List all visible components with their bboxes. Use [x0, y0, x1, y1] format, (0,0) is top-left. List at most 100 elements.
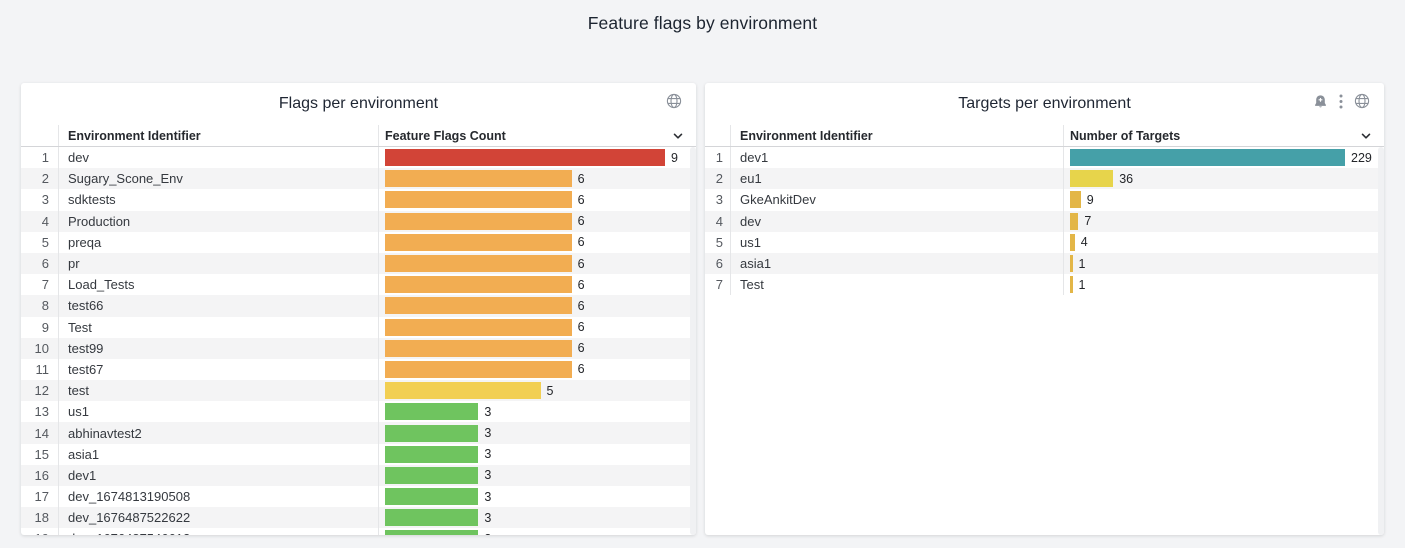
bar-gauge: [385, 340, 572, 357]
environment-name-cell: test67: [59, 359, 379, 380]
bell-plus-icon[interactable]: [1313, 94, 1328, 109]
column-header-environment-identifier[interactable]: Environment Identifier: [59, 125, 379, 146]
bar-value: 6: [578, 172, 585, 186]
row-number-column-header: [21, 125, 59, 146]
table-row: 11test676: [21, 359, 696, 380]
table-row: 6asia11: [705, 253, 1384, 274]
row-number: 2: [705, 168, 731, 189]
table-row: 15asia13: [21, 444, 696, 465]
bar-cell: 6: [379, 253, 696, 274]
bar-gauge: [1070, 234, 1075, 251]
bar-cell: 3: [379, 528, 696, 535]
row-number: 9: [21, 317, 59, 338]
table-row: 5preqa6: [21, 232, 696, 253]
bar-cell: 3: [379, 444, 696, 465]
table-row: 13us13: [21, 401, 696, 422]
table-row: 5us14: [705, 232, 1384, 253]
scrollbar[interactable]: [690, 147, 696, 535]
table-row: 3sdktests6: [21, 189, 696, 210]
bar-gauge: [385, 276, 572, 293]
bar-value: 6: [578, 299, 585, 313]
chevron-down-icon[interactable]: [672, 130, 684, 145]
bar-value: 3: [484, 426, 491, 440]
table-row: 10test996: [21, 338, 696, 359]
bar-gauge: [385, 170, 572, 187]
bar-gauge: [385, 234, 572, 251]
environment-name-cell: dev: [59, 147, 379, 168]
bar-cell: 6: [379, 232, 696, 253]
row-number: 8: [21, 295, 59, 316]
panel-targets-per-environment: Targets per environment: [705, 83, 1384, 535]
bar-value: 5: [547, 384, 554, 398]
bar-gauge: [385, 446, 478, 463]
table-row: 17dev_16748131905083: [21, 486, 696, 507]
bar-cell: 3: [379, 486, 696, 507]
column-header-environment-identifier[interactable]: Environment Identifier: [731, 125, 1064, 146]
environment-name-cell: dev: [731, 211, 1064, 232]
bar-gauge: [385, 509, 478, 526]
row-number: 6: [705, 253, 731, 274]
environment-name-cell: GkeAnkitDev: [731, 189, 1064, 210]
table-row: 4dev7: [705, 211, 1384, 232]
bar-gauge: [385, 297, 572, 314]
bar-value: 1: [1079, 278, 1086, 292]
panel-grid: Flags per environment Environment Identi…: [21, 83, 1384, 535]
bar-cell: 6: [379, 168, 696, 189]
environment-name-cell: Load_Tests: [59, 274, 379, 295]
bar-value: 4: [1081, 235, 1088, 249]
globe-icon[interactable]: [666, 93, 682, 109]
table-row: 4Production6: [21, 211, 696, 232]
table-row: 3GkeAnkitDev9: [705, 189, 1384, 210]
bar-cell: 6: [379, 211, 696, 232]
bar-value: 6: [578, 235, 585, 249]
bar-cell: 9: [1064, 189, 1384, 210]
bar-value: 6: [578, 214, 585, 228]
bar-cell: 9: [379, 147, 696, 168]
bar-gauge: [385, 361, 572, 378]
bar-gauge: [1070, 149, 1345, 166]
bar-value: 3: [484, 405, 491, 419]
environment-name-cell: asia1: [731, 253, 1064, 274]
row-number: 3: [21, 189, 59, 210]
row-number: 2: [21, 168, 59, 189]
table-row: 9Test6: [21, 317, 696, 338]
bar-cell: 6: [379, 317, 696, 338]
kebab-menu-icon[interactable]: [1339, 94, 1343, 109]
bar-cell: 3: [379, 465, 696, 486]
scrollbar[interactable]: [1378, 147, 1384, 535]
panel-title[interactable]: Flags per environment: [279, 95, 438, 113]
bar-cell: 3: [379, 422, 696, 443]
panel-title[interactable]: Targets per environment: [958, 95, 1131, 113]
row-number: 11: [21, 359, 59, 380]
column-header-number-of-targets[interactable]: Number of Targets: [1064, 129, 1384, 143]
row-number: 16: [21, 465, 59, 486]
environment-name-cell: Production: [59, 211, 379, 232]
row-number: 10: [21, 338, 59, 359]
table-row: 12test5: [21, 380, 696, 401]
bar-gauge: [385, 467, 478, 484]
table-row: 7Test1: [705, 274, 1384, 295]
row-number: 15: [21, 444, 59, 465]
bar-cell: 6: [379, 295, 696, 316]
bar-cell: 6: [379, 359, 696, 380]
chevron-down-icon[interactable]: [1360, 130, 1372, 145]
table-row: 19dev_16764875466123: [21, 528, 696, 535]
environment-name-cell: Sugary_Scone_Env: [59, 168, 379, 189]
column-header-feature-flags-count[interactable]: Feature Flags Count: [379, 129, 696, 143]
table-row: 8test666: [21, 295, 696, 316]
bar-gauge: [385, 530, 478, 535]
globe-icon[interactable]: [1354, 93, 1370, 109]
bar-value: 36: [1119, 172, 1133, 186]
bar-gauge: [385, 255, 572, 272]
row-number: 18: [21, 507, 59, 528]
row-number: 1: [21, 147, 59, 168]
row-number: 13: [21, 401, 59, 422]
environment-name-cell: preqa: [59, 232, 379, 253]
row-number-column-header: [705, 125, 731, 146]
bar-gauge: [385, 488, 478, 505]
table-header-row: Environment Identifier Number of Targets: [705, 125, 1384, 147]
bar-cell: 4: [1064, 232, 1384, 253]
environment-name-cell: us1: [731, 232, 1064, 253]
row-number: 7: [705, 274, 731, 295]
table-body: 1dev92Sugary_Scone_Env63sdktests64Produc…: [21, 147, 696, 535]
